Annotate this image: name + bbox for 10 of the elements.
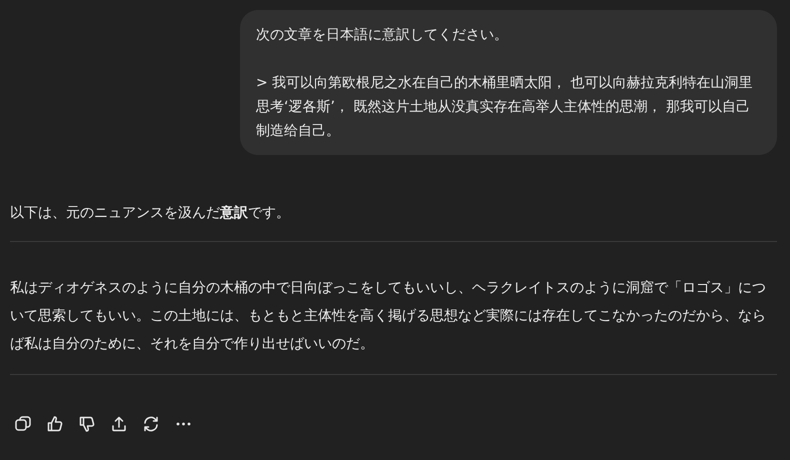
thumbs-down-icon — [78, 415, 96, 433]
regenerate-icon — [142, 415, 160, 433]
response-intro: 以下は、元のニュアンスを汲んだ意訳です。 — [10, 204, 291, 223]
share-icon — [110, 415, 128, 433]
message-text: > 我可以向第欧根尼之水在自己的木桶里晒太阳， 也可以向赫拉克利特在山洞里思考‘逻各斯’， 既然这片土地从没真实存在高举人主体性的思潮， 那我可以自己制造给自己。 — [256, 74, 754, 141]
message-text: 次の文章を日本語に意訳してください。 — [256, 26, 509, 45]
translation-text: 私はディオゲネスのように自分の木桶の中で日向ぼっこをしてもいいし、ヘラクレイトスのように洞窟で「ロゴス」について思索してもいい。この土地には、もともと主体性を高く掲げる思想など実際には存在してこなかったのだから、ならば私は自分のために、それを自分で作り出せばいいのだ。 — [10, 279, 767, 354]
more-icon — [176, 422, 190, 426]
thumbs-up-icon — [46, 415, 64, 433]
copy-icon — [14, 415, 32, 433]
